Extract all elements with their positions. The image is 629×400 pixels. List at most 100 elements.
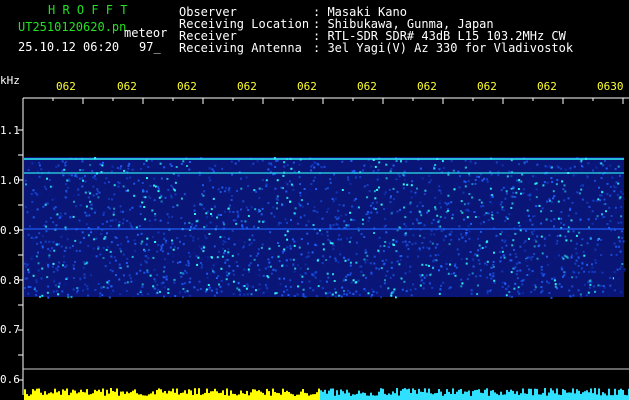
- noise-speck: [385, 259, 388, 262]
- noise-speck: [167, 252, 170, 255]
- noise-speck: [284, 285, 287, 288]
- noise-speck: [256, 160, 259, 163]
- level-bar: [132, 390, 134, 400]
- noise-speck: [439, 189, 442, 192]
- noise-speck: [580, 296, 583, 299]
- noise-speck: [595, 218, 598, 220]
- noise-speck: [570, 219, 573, 222]
- noise-speck: [114, 259, 117, 262]
- noise-speck: [167, 246, 170, 249]
- noise-speck: [171, 252, 174, 255]
- level-bar: [532, 395, 534, 400]
- noise-speck: [450, 269, 453, 272]
- noise-speck: [425, 274, 428, 277]
- level-bar: [184, 390, 186, 400]
- noise-speck: [176, 183, 179, 186]
- noise-speck: [445, 273, 447, 276]
- noise-speck: [29, 266, 32, 269]
- noise-speck: [440, 265, 443, 268]
- noise-speck: [129, 208, 131, 211]
- noise-speck: [329, 178, 332, 181]
- noise-speck: [439, 288, 442, 291]
- noise-speck: [438, 269, 440, 272]
- noise-speck: [258, 275, 261, 278]
- noise-speck: [127, 189, 129, 192]
- noise-speck: [144, 196, 147, 199]
- level-bar: [502, 394, 504, 400]
- level-bar: [410, 393, 412, 400]
- noise-speck: [111, 230, 114, 233]
- noise-speck: [37, 251, 39, 254]
- noise-speck: [518, 292, 521, 295]
- noise-speck: [488, 184, 491, 187]
- noise-speck: [555, 237, 557, 240]
- noise-speck: [119, 167, 122, 170]
- level-bar: [434, 393, 436, 400]
- noise-speck: [362, 274, 365, 277]
- noise-speck: [517, 290, 519, 293]
- noise-speck: [500, 189, 503, 192]
- noise-speck: [326, 210, 328, 213]
- noise-speck: [35, 236, 38, 239]
- noise-speck: [562, 223, 565, 226]
- noise-speck: [267, 276, 270, 279]
- noise-speck: [402, 183, 405, 186]
- noise-speck: [510, 259, 513, 262]
- noise-speck: [547, 282, 550, 284]
- noise-speck: [147, 239, 150, 242]
- noise-speck: [195, 255, 198, 258]
- noise-speck: [286, 183, 289, 186]
- level-bar: [428, 388, 430, 400]
- noise-speck: [617, 260, 620, 263]
- level-bar: [158, 388, 160, 400]
- noise-speck: [107, 206, 110, 209]
- noise-speck: [526, 160, 528, 163]
- level-bar: [178, 394, 180, 400]
- noise-speck: [442, 281, 445, 284]
- noise-speck: [216, 291, 218, 294]
- noise-speck: [557, 217, 560, 220]
- noise-speck: [532, 215, 535, 218]
- noise-speck: [497, 174, 500, 177]
- level-bar: [266, 388, 268, 400]
- noise-speck: [518, 179, 521, 182]
- noise-speck: [384, 241, 387, 243]
- noise-speck: [581, 261, 584, 264]
- level-bar: [272, 388, 274, 400]
- level-bar: [354, 394, 356, 400]
- noise-speck: [61, 169, 64, 172]
- level-bar: [448, 391, 450, 400]
- noise-speck: [495, 161, 498, 164]
- noise-speck: [556, 235, 559, 237]
- noise-speck: [243, 268, 246, 271]
- noise-speck: [234, 224, 237, 227]
- noise-speck: [310, 183, 313, 186]
- noise-speck: [344, 213, 347, 216]
- noise-speck: [53, 280, 56, 283]
- noise-speck: [31, 233, 34, 236]
- noise-speck: [565, 220, 568, 223]
- noise-speck: [198, 198, 201, 201]
- noise-speck: [564, 235, 567, 238]
- noise-speck: [619, 267, 621, 270]
- noise-speck: [528, 272, 531, 275]
- noise-speck: [515, 196, 518, 199]
- noise-speck: [173, 281, 176, 284]
- noise-speck: [503, 294, 506, 297]
- level-bar: [76, 393, 78, 400]
- noise-speck: [82, 179, 84, 182]
- noise-speck: [113, 207, 116, 210]
- noise-speck: [349, 211, 352, 214]
- level-bar: [318, 388, 320, 400]
- noise-speck: [486, 178, 489, 181]
- noise-speck: [380, 267, 383, 270]
- noise-speck: [397, 163, 399, 166]
- noise-speck: [206, 276, 209, 279]
- noise-speck: [514, 282, 517, 285]
- noise-speck: [179, 261, 182, 263]
- noise-speck: [402, 173, 405, 176]
- noise-speck: [141, 283, 144, 286]
- noise-speck: [582, 250, 585, 253]
- noise-speck: [118, 278, 121, 281]
- noise-speck: [170, 184, 173, 187]
